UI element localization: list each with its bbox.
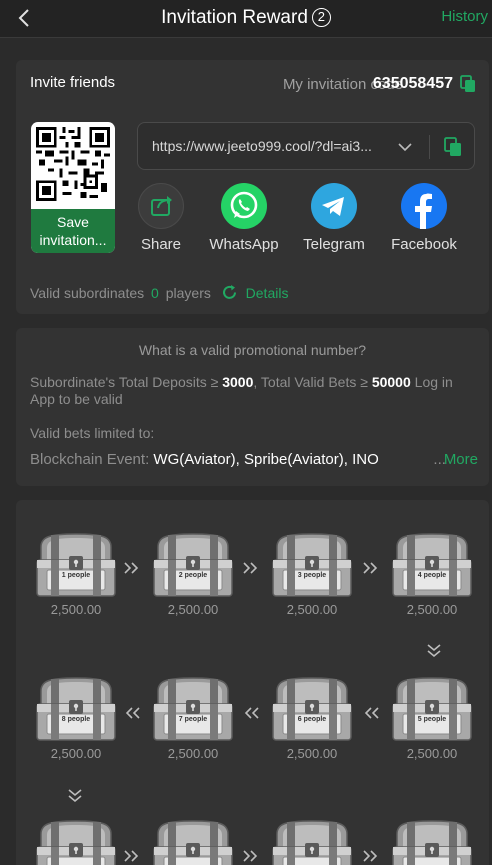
reward-chest[interactable]: 7 people 2,500.00 [150, 675, 236, 765]
valid-subordinates-label: Valid subordinates [30, 285, 145, 301]
reward-chest[interactable]: 8 people 2,500.00 [33, 675, 119, 765]
events-label: Blockchain Event: [30, 451, 150, 468]
reward-chest[interactable]: 5 people 2,500.00 [389, 675, 475, 765]
deposits-value: 3000 [222, 374, 254, 390]
link-divider [429, 135, 430, 159]
treasure-chest-icon [272, 533, 352, 597]
invite-friends-title: Invite friends [30, 74, 116, 91]
chest-people-label: 2 people [178, 572, 208, 579]
double-chevron-down-icon [427, 644, 441, 658]
chest-people-label: 3 people [297, 572, 327, 579]
chest-people-label: 8 people [61, 716, 91, 723]
promotion-requirements: Subordinate's Total Deposits ≥ 3000, Tot… [30, 374, 470, 408]
reward-chest[interactable]: 6 people 2,500.00 [269, 675, 355, 765]
reward-chest[interactable]: 1 people 2,500.00 [33, 531, 119, 621]
treasure-chest-icon [272, 820, 352, 865]
whatsapp-icon [221, 183, 267, 229]
treasure-chest-icon [392, 820, 472, 865]
invite-card: Invite friends My invitation code 635058… [16, 60, 489, 314]
deposits-label: Subordinate's Total Deposits ≥ [30, 374, 219, 390]
invite-link-field[interactable]: https://www.jeeto999.cool/?dl=ai3... [137, 122, 475, 170]
copy-code-icon[interactable] [460, 75, 476, 93]
double-chevron-right-icon [363, 562, 378, 574]
chest-reward-amount: 2,500.00 [167, 746, 219, 761]
players-unit: players [165, 285, 211, 301]
valid-number-question: What is a valid promotional number? [138, 342, 367, 358]
page-title-text: Invitation Reward [161, 7, 308, 28]
double-chevron-left-icon [125, 707, 140, 719]
chest-people-label: 7 people [178, 716, 208, 723]
more-link[interactable]: More [444, 451, 478, 468]
bets-label: , Total Valid Bets ≥ [253, 374, 368, 390]
copy-link-icon[interactable] [444, 137, 462, 157]
chest-reward-amount: 2,500.00 [286, 746, 338, 761]
double-chevron-left-icon [364, 707, 379, 719]
facebook-icon [401, 183, 447, 229]
reward-chest[interactable] [150, 818, 236, 865]
title-badge: 2 [311, 8, 331, 27]
reward-chest[interactable]: 3 people 2,500.00 [269, 531, 355, 621]
whatsapp-share-button[interactable]: WhatsApp [206, 183, 282, 253]
page-title: Invitation Reward 2 [0, 7, 492, 29]
valid-subordinates-row: Valid subordinates 0 players Details [30, 284, 288, 301]
qr-code-card[interactable]: Save invitation... [31, 122, 115, 253]
top-bar: Invitation Reward 2 History [0, 0, 492, 38]
chest-people-label: 4 people [417, 572, 447, 579]
reward-chest[interactable] [389, 818, 475, 865]
double-chevron-right-icon [124, 850, 139, 862]
treasure-chest-icon [36, 820, 116, 865]
bets-value: 50000 [371, 374, 411, 390]
treasure-chest-icon [392, 677, 472, 741]
telegram-share-button[interactable]: Telegram [298, 183, 370, 253]
chest-reward-amount: 2,500.00 [406, 746, 458, 761]
chevron-down-icon[interactable] [397, 139, 413, 155]
chest-reward-amount: 2,500.00 [50, 602, 102, 617]
invitation-code-value: 635058457 [372, 75, 453, 92]
treasure-chest-icon [272, 677, 352, 741]
save-invitation-button[interactable]: Save invitation... [31, 209, 115, 253]
reward-chest[interactable]: 2 people 2,500.00 [150, 531, 236, 621]
treasure-chest-icon [153, 820, 233, 865]
double-chevron-right-icon [243, 562, 258, 574]
valid-subordinates-count: 0 [151, 285, 159, 301]
telegram-icon [311, 183, 357, 229]
share-button[interactable]: Share [136, 183, 186, 253]
history-link[interactable]: History [441, 8, 488, 25]
double-chevron-right-icon [243, 850, 258, 862]
reward-chest[interactable] [269, 818, 355, 865]
treasure-chest-icon [392, 533, 472, 597]
share-icon [138, 183, 184, 229]
telegram-label: Telegram [303, 236, 365, 253]
double-chevron-down-icon [68, 789, 82, 803]
chest-people-label: 1 people [61, 572, 91, 579]
share-label: Share [140, 236, 182, 253]
invite-link-text: https://www.jeeto999.cool/?dl=ai3... [152, 138, 372, 154]
facebook-share-button[interactable]: Facebook [386, 183, 462, 253]
refresh-icon[interactable] [221, 284, 238, 301]
facebook-label: Facebook [391, 236, 457, 253]
whatsapp-label: WhatsApp [209, 236, 279, 253]
valid-events-row: Blockchain Event: WG(Aviator), Spribe(Av… [30, 451, 480, 471]
promotion-rules-card: What is a valid promotional number? Subo… [16, 328, 489, 486]
reward-chest[interactable]: 4 people 2,500.00 [389, 531, 475, 621]
treasure-chest-icon [153, 677, 233, 741]
chest-reward-amount: 2,500.00 [167, 602, 219, 617]
events-value: WG(Aviator), Spribe(Aviator), INO [153, 451, 379, 468]
reward-chest[interactable] [33, 818, 119, 865]
double-chevron-right-icon [363, 850, 378, 862]
valid-bets-limited-label: Valid bets limited to: [30, 425, 155, 441]
chest-people-label: 5 people [417, 716, 447, 723]
chest-reward-amount: 2,500.00 [406, 602, 458, 617]
rewards-card: 1 people 2,500.00 2 people 2,500.00 3 pe… [16, 500, 489, 865]
qr-code-image [36, 127, 110, 201]
chest-people-label: 6 people [297, 716, 327, 723]
treasure-chest-icon [36, 533, 116, 597]
chest-reward-amount: 2,500.00 [50, 746, 102, 761]
treasure-chest-icon [36, 677, 116, 741]
double-chevron-right-icon [124, 562, 139, 574]
chest-reward-amount: 2,500.00 [286, 602, 338, 617]
treasure-chest-icon [153, 533, 233, 597]
double-chevron-left-icon [244, 707, 259, 719]
details-link[interactable]: Details [246, 285, 289, 301]
